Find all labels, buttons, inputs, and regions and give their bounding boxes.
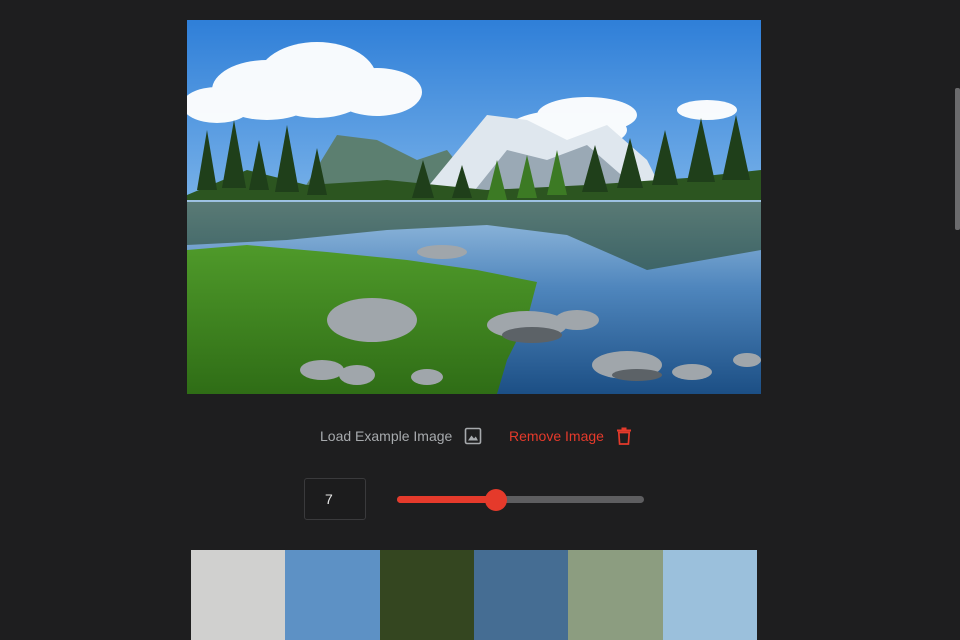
- palette-generator-page: Load Example Image Remove Image 7: [0, 0, 960, 640]
- trash-icon: [616, 427, 632, 445]
- color-swatch-4[interactable]: [473, 550, 569, 640]
- remove-image-label: Remove Image: [509, 428, 604, 444]
- color-swatch-1[interactable]: [191, 550, 286, 640]
- color-palette: [191, 550, 757, 640]
- color-swatch-2[interactable]: [285, 550, 380, 640]
- image-icon: [464, 427, 482, 445]
- slider-thumb[interactable]: [485, 489, 507, 511]
- page-scrollbar[interactable]: [955, 0, 960, 640]
- load-example-image-label: Load Example Image: [320, 428, 453, 444]
- scrollbar-thumb[interactable]: [955, 88, 960, 230]
- color-count-slider[interactable]: [397, 489, 644, 511]
- load-example-image-button[interactable]: Load Example Image: [320, 422, 482, 450]
- color-swatch-5[interactable]: [568, 550, 663, 640]
- color-count-input[interactable]: 7: [304, 478, 366, 520]
- slider-fill: [397, 496, 496, 503]
- uploaded-image: [187, 20, 761, 394]
- remove-image-button[interactable]: Remove Image: [509, 422, 632, 450]
- color-swatch-6[interactable]: [662, 550, 757, 640]
- image-actions: Load Example Image Remove Image: [0, 422, 960, 452]
- color-swatch-3[interactable]: [379, 550, 474, 640]
